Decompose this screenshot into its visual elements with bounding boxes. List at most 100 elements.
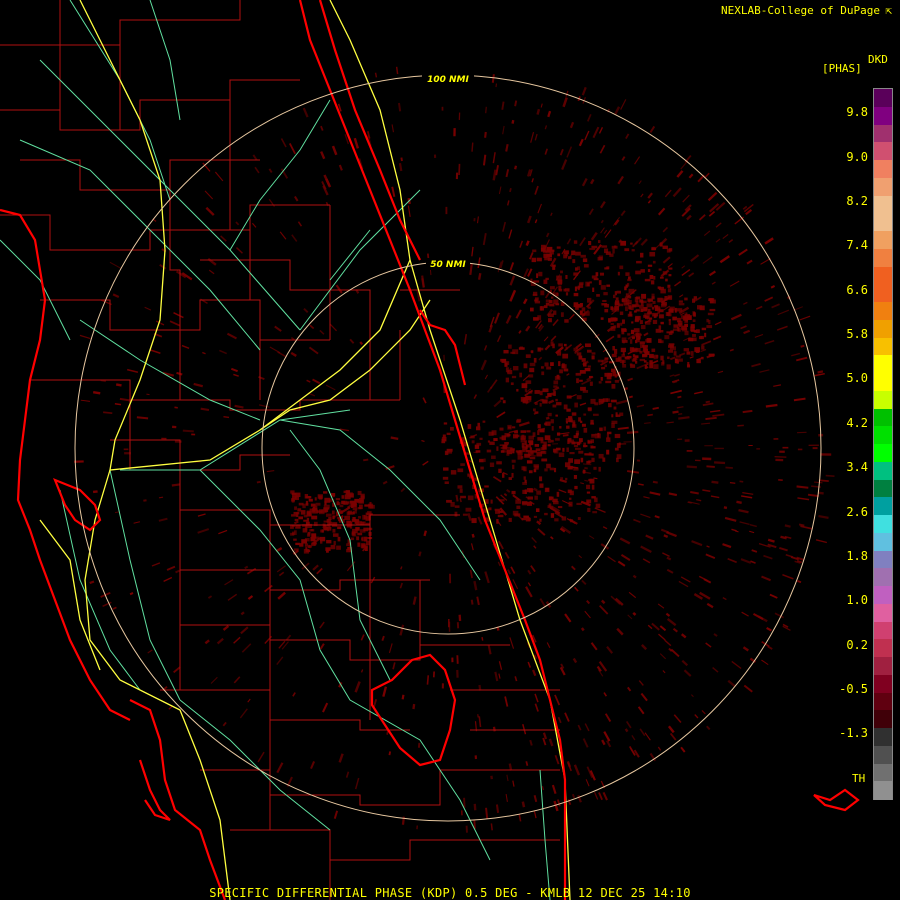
echo-mark bbox=[583, 264, 589, 268]
echo-mark bbox=[306, 517, 310, 521]
echo-mark bbox=[502, 400, 506, 404]
echo-mark bbox=[559, 426, 562, 429]
echo-mark bbox=[341, 495, 345, 499]
echo-mark bbox=[647, 199, 652, 204]
echo-mark bbox=[652, 312, 659, 317]
echo-mark bbox=[523, 466, 527, 472]
echo-mark bbox=[569, 451, 575, 455]
echo-mark bbox=[347, 492, 353, 498]
echo-mark bbox=[536, 273, 539, 279]
echo-mark bbox=[665, 278, 668, 282]
echo-mark bbox=[477, 272, 482, 280]
echo-mark bbox=[690, 254, 700, 262]
echo-mark bbox=[518, 330, 522, 334]
echo-mark bbox=[784, 524, 791, 528]
echo-mark bbox=[620, 322, 623, 326]
echo-mark bbox=[677, 395, 682, 399]
echo-mark bbox=[620, 554, 631, 561]
cursor-icon: ⇱ bbox=[885, 4, 892, 17]
echo-mark bbox=[741, 495, 753, 499]
echo-mark bbox=[202, 351, 206, 355]
echo-mark bbox=[573, 240, 578, 244]
echo-mark bbox=[590, 422, 595, 425]
echo-mark bbox=[234, 404, 244, 409]
echo-mark bbox=[620, 242, 624, 246]
echo-mark bbox=[689, 356, 694, 359]
echo-mark bbox=[521, 801, 526, 808]
echo-mark bbox=[654, 305, 659, 308]
echo-mark bbox=[562, 434, 569, 437]
echo-mark bbox=[568, 501, 573, 507]
echo-mark bbox=[591, 355, 595, 360]
echo-mark bbox=[308, 496, 312, 499]
echo-mark bbox=[670, 648, 680, 658]
echo-mark bbox=[599, 272, 604, 276]
echo-mark bbox=[556, 432, 561, 436]
echo-mark bbox=[364, 536, 368, 542]
echo-mark bbox=[525, 354, 531, 358]
echo-mark bbox=[588, 535, 595, 540]
color-scale-bar bbox=[873, 88, 893, 800]
echo-mark bbox=[146, 393, 150, 396]
echo-mark bbox=[628, 288, 635, 294]
echo-mark bbox=[653, 276, 656, 280]
echo-mark bbox=[600, 219, 604, 224]
echo-mark bbox=[652, 260, 656, 264]
echo-mark bbox=[473, 819, 476, 829]
echo-mark bbox=[515, 309, 522, 319]
echo-mark bbox=[169, 320, 181, 327]
echo-mark bbox=[506, 774, 509, 782]
echo-mark bbox=[505, 794, 508, 802]
echo-mark bbox=[534, 443, 539, 447]
echo-mark bbox=[668, 318, 671, 322]
echo-mark bbox=[593, 466, 597, 470]
echo-mark bbox=[633, 749, 640, 758]
echo-mark bbox=[294, 518, 299, 522]
echo-mark bbox=[617, 560, 626, 567]
echo-mark bbox=[760, 258, 771, 265]
echo-mark bbox=[611, 307, 616, 312]
echo-mark bbox=[320, 539, 323, 544]
echo-mark bbox=[581, 358, 586, 362]
echo-mark bbox=[611, 384, 616, 389]
echo-mark bbox=[484, 131, 487, 138]
echo-mark bbox=[640, 644, 648, 651]
echo-mark bbox=[226, 332, 237, 340]
echo-mark bbox=[635, 270, 641, 275]
echo-mark bbox=[773, 384, 782, 387]
echo-mark bbox=[578, 450, 584, 454]
echo-mark bbox=[708, 270, 716, 277]
echo-mark bbox=[339, 504, 344, 508]
echo-mark bbox=[307, 545, 313, 548]
echo-mark bbox=[477, 422, 481, 427]
echo-mark bbox=[530, 451, 534, 455]
echo-mark bbox=[426, 675, 430, 685]
echo-mark bbox=[652, 300, 656, 304]
echo-mark bbox=[504, 551, 510, 559]
echo-mark bbox=[548, 399, 555, 405]
echo-mark bbox=[204, 190, 214, 200]
echo-mark bbox=[619, 311, 624, 316]
echo-mark bbox=[612, 248, 615, 254]
echo-mark bbox=[361, 537, 364, 541]
scale-segment bbox=[874, 106, 892, 125]
echo-mark bbox=[510, 566, 516, 574]
echo-mark bbox=[382, 686, 388, 697]
range-ring-100 bbox=[74, 74, 822, 822]
echo-mark bbox=[352, 507, 358, 511]
echo-mark bbox=[536, 257, 542, 262]
echo-mark bbox=[533, 487, 538, 492]
echo-mark bbox=[298, 516, 303, 520]
radar-map[interactable]: 100 NMI 50 NMI bbox=[0, 0, 900, 900]
echo-mark bbox=[601, 303, 608, 306]
echo-mark bbox=[537, 347, 544, 351]
echo-mark bbox=[665, 612, 671, 617]
echo-mark bbox=[678, 416, 690, 420]
echo-mark bbox=[646, 362, 649, 366]
echo-mark bbox=[566, 395, 572, 399]
echo-mark bbox=[556, 799, 561, 807]
echo-mark bbox=[586, 600, 591, 605]
echo-mark bbox=[680, 633, 687, 639]
echo-mark bbox=[514, 430, 518, 434]
echo-mark bbox=[683, 316, 688, 321]
